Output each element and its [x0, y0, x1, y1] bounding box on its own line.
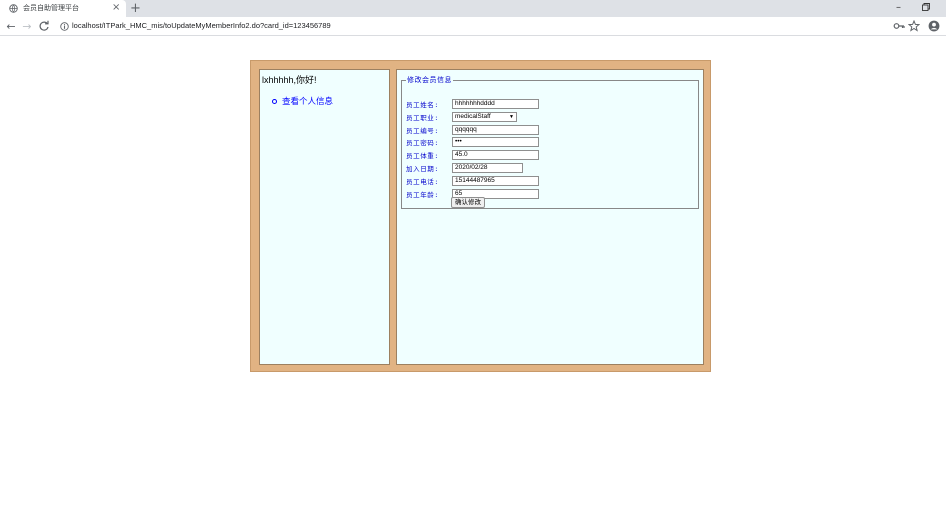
user-greeting: lxhhhhh,你好! [262, 75, 317, 85]
form-legend: 修改会员信息 [407, 76, 452, 84]
url-text[interactable]: localhost/ITPark_HMC_mis/toUpdateMyMembe… [72, 21, 331, 30]
view-profile-link[interactable]: 查看个人信息 [282, 95, 333, 107]
address-bar[interactable]: localhost/ITPark_HMC_mis/toUpdateMyMembe… [54, 19, 890, 34]
back-arrow-icon[interactable]: ← [4, 17, 18, 36]
right-content-panel: 修改会员信息 员工姓名: hhhhhhhdddd 员工职业: medicalSt… [396, 69, 704, 365]
info-icon[interactable] [60, 22, 69, 31]
name-row: 员工姓名: hhhhhhhdddd [406, 98, 539, 110]
menu-list: 查看个人信息 [272, 95, 333, 107]
phone-input[interactable]: 15144487965 [452, 176, 539, 186]
dropdown-arrow-icon: ▼ [509, 114, 514, 120]
occupation-selected-value: medicalStaff [455, 113, 491, 120]
occupation-row: 员工职业: medicalStaff ▼ [406, 111, 517, 123]
name-input[interactable]: hhhhhhhdddd [452, 99, 539, 109]
join-date-row: 加入日期: 2020/02/28 [406, 162, 523, 174]
age-label: 员工年龄: [406, 191, 439, 199]
restore-window-icon[interactable] [922, 3, 930, 11]
employee-id-row: 员工编号: qqqqqq [406, 124, 539, 136]
browser-toolbar: ← → localhost/ITPark_HMC_mis/toUpdateMyM… [0, 17, 946, 36]
password-input[interactable]: ••• [452, 137, 539, 147]
key-icon[interactable] [893, 20, 905, 32]
password-row: 员工密码: ••• [406, 136, 539, 148]
browser-tab[interactable]: 会员自助管理平台 × [0, 0, 126, 17]
star-icon[interactable] [908, 20, 920, 32]
weight-row: 员工体重: 45.0 [406, 149, 539, 161]
tab-strip: 会员自助管理平台 × + – [0, 0, 946, 17]
employee-id-label: 员工编号: [406, 127, 439, 135]
name-label: 员工姓名: [406, 101, 439, 109]
confirm-edit-button[interactable]: 确认修改 [451, 197, 485, 208]
left-menu-panel: lxhhhhh,你好! 查看个人信息 [259, 69, 390, 365]
page-frame: lxhhhhh,你好! 查看个人信息 修改会员信息 员工姓名: hhhhhhhd… [250, 60, 711, 372]
bullet-icon [272, 98, 277, 104]
occupation-select[interactable]: medicalStaff ▼ [452, 112, 517, 122]
new-tab-button[interactable]: + [130, 0, 141, 17]
occupation-label: 员工职业: [406, 114, 439, 122]
globe-icon [9, 4, 18, 13]
reload-icon[interactable] [38, 20, 50, 32]
join-date-input[interactable]: 2020/02/28 [452, 163, 523, 173]
employee-id-input[interactable]: qqqqqq [452, 125, 539, 135]
password-label: 员工密码: [406, 139, 439, 147]
weight-label: 员工体重: [406, 152, 439, 160]
phone-row: 员工电话: 15144487965 [406, 175, 539, 187]
join-date-label: 加入日期: [406, 165, 439, 173]
menu-item-view-profile: 查看个人信息 [272, 95, 333, 107]
edit-member-fieldset: 修改会员信息 员工姓名: hhhhhhhdddd 员工职业: medicalSt… [401, 75, 699, 209]
minimize-button[interactable]: – [896, 0, 901, 15]
forward-arrow-icon[interactable]: → [20, 17, 34, 36]
weight-input[interactable]: 45.0 [452, 150, 539, 160]
tab-close-icon[interactable]: × [112, 1, 120, 15]
phone-label: 员工电话: [406, 178, 439, 186]
tab-title: 会员自助管理平台 [23, 4, 79, 12]
account-icon[interactable] [928, 20, 940, 32]
